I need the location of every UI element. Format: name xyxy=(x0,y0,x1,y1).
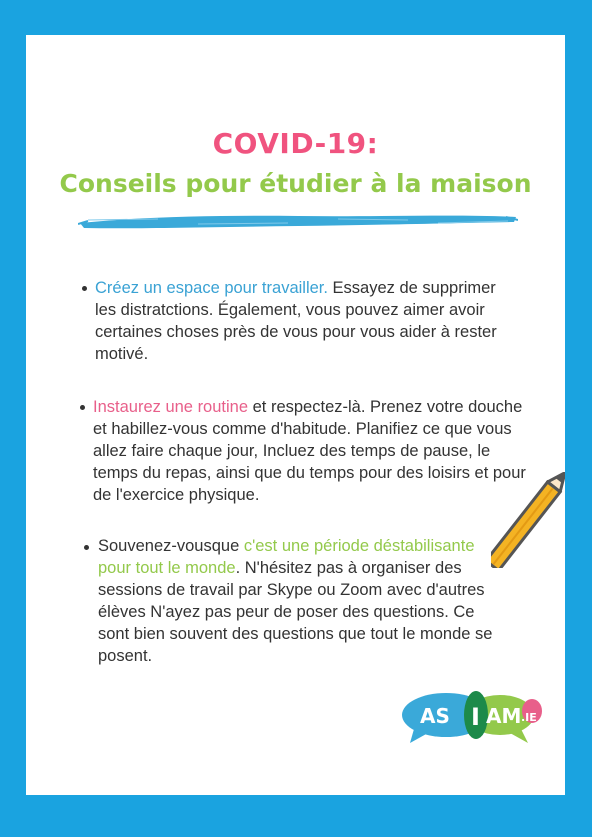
bullet-2 xyxy=(80,405,85,410)
page-title: COVID-19: xyxy=(212,127,379,160)
tip-3: Souvenez-vousque c'est une période désta… xyxy=(98,535,510,667)
bullet-1 xyxy=(82,286,87,291)
logo-i: I xyxy=(471,703,480,731)
bullet-3 xyxy=(84,545,89,550)
logo-as: AS xyxy=(420,704,450,728)
tip-1: Créez un espace pour travailler. Essayez… xyxy=(95,277,505,365)
pencil-icon xyxy=(491,472,565,568)
tip-2: Instaurez une routine et respectez-là. P… xyxy=(93,396,539,506)
poster-card: COVID-19: Conseils pour étudier à la mai… xyxy=(26,35,565,795)
logo-ie: .IE xyxy=(521,711,537,724)
page-subtitle: Conseils pour étudier à la maison xyxy=(59,169,532,198)
tip-3-prefix: Souvenez-vousque xyxy=(98,537,244,555)
tip-2-highlight: Instaurez une routine xyxy=(93,398,249,416)
tip-1-highlight: Créez un espace pour travailler. xyxy=(95,279,328,297)
logo-am: AM xyxy=(486,704,521,728)
asiam-logo: AS I AM .IE xyxy=(402,691,542,743)
brush-stroke-divider xyxy=(78,215,518,229)
